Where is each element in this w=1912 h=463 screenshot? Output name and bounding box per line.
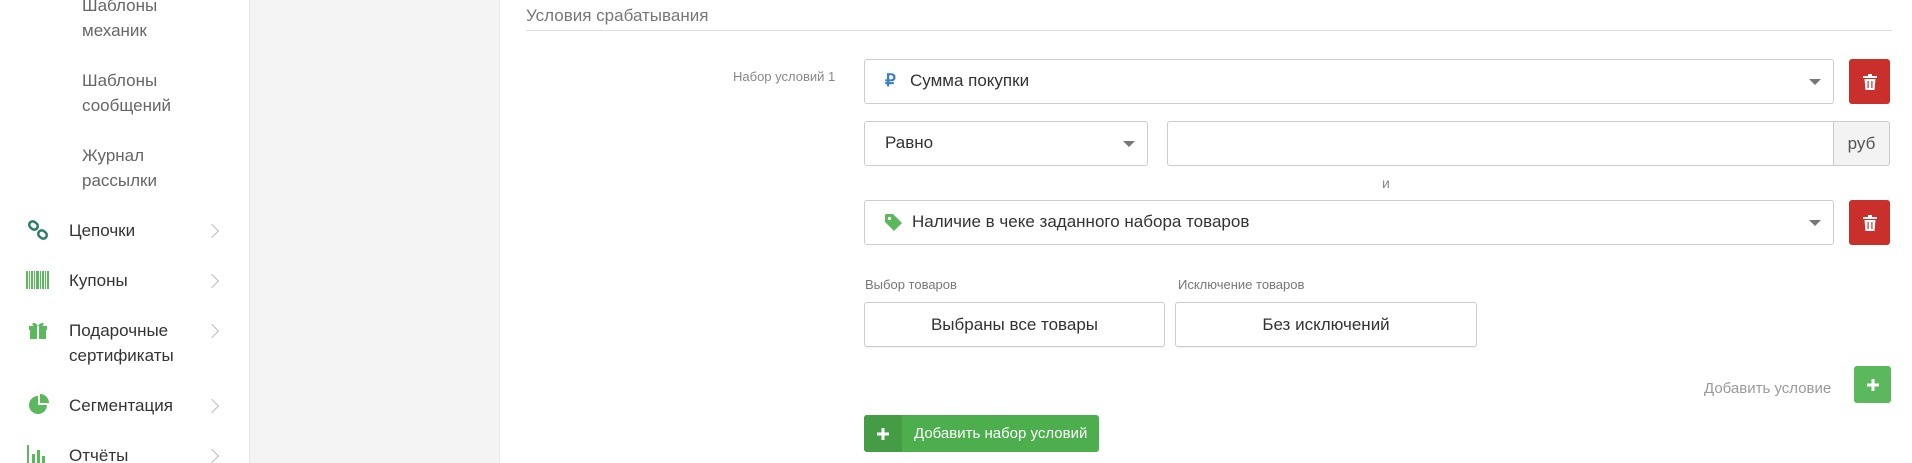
delete-condition-button-2[interactable] <box>1849 200 1890 245</box>
sidebar-subitem-mailing-log[interactable]: Журнал рассылки <box>82 143 222 193</box>
bar-chart-icon <box>26 443 50 463</box>
and-conjunction: и <box>1382 175 1390 191</box>
tag-icon <box>885 214 902 236</box>
trash-icon <box>1862 73 1877 90</box>
section-divider <box>526 30 1892 31</box>
sidebar-subitem-mechanic-templates[interactable]: Шаблоны механик <box>82 0 222 43</box>
sidebar-item-label: Купоны <box>69 271 128 290</box>
section-title: Условия срабатывания <box>526 6 709 25</box>
ruble-icon: ₽ <box>885 71 896 90</box>
operator-select[interactable]: Равно <box>864 121 1148 166</box>
product-exclude-button[interactable]: Без исключений <box>1175 302 1477 347</box>
condition-set-label: Набор условий 1 <box>733 69 836 84</box>
caret-down-icon <box>1123 141 1135 147</box>
chevron-right-icon <box>204 273 220 289</box>
sidebar-subitem-message-templates[interactable]: Шаблоны сообщений <box>82 68 222 118</box>
caret-down-icon <box>1809 79 1821 85</box>
caret-down-icon <box>1809 220 1821 226</box>
condition-type-value: Сумма покупки <box>910 71 1030 90</box>
condition-type-value: Наличие в чеке заданного набора товаров <box>912 212 1250 231</box>
pie-chart-icon <box>26 393 50 417</box>
add-condition-set-label: Добавить набор условий <box>914 425 1088 442</box>
condition-type-select-2[interactable]: Наличие в чеке заданного набора товаров <box>864 200 1834 245</box>
chain-icon <box>26 218 50 242</box>
add-condition-label[interactable]: Добавить условие <box>1704 380 1831 397</box>
amount-input[interactable] <box>1167 121 1834 166</box>
delete-condition-button-1[interactable] <box>1849 59 1890 104</box>
sidebar-item-label: Отчёты <box>69 446 129 463</box>
operator-value: Равно <box>885 133 934 152</box>
trash-icon <box>1862 214 1877 231</box>
plus-icon <box>1866 378 1879 391</box>
chevron-right-icon <box>204 323 220 339</box>
chevron-right-icon <box>204 398 220 414</box>
sidebar-item-label: Подарочные сертификаты <box>69 321 174 365</box>
product-pick-button[interactable]: Выбраны все товары <box>864 302 1165 347</box>
main-panel: Условия срабатывания Набор условий 1 ₽ С… <box>501 0 1912 463</box>
gift-icon <box>26 318 50 342</box>
content-gutter <box>250 0 500 463</box>
chevron-right-icon <box>204 448 220 463</box>
condition-type-select-1[interactable]: ₽ Сумма покупки <box>864 59 1834 104</box>
currency-addon: руб <box>1834 121 1890 166</box>
sidebar: Шаблоны механик Шаблоны сообщений Журнал… <box>0 0 250 463</box>
barcode-icon <box>26 268 50 292</box>
add-condition-button[interactable] <box>1854 366 1891 403</box>
sidebar-item-label: Цепочки <box>69 221 136 240</box>
product-pick-label: Выбор товаров <box>865 277 957 292</box>
sidebar-item-label: Сегментация <box>69 396 173 415</box>
plus-icon <box>864 415 902 452</box>
chevron-right-icon <box>204 223 220 239</box>
add-condition-set-button[interactable]: Добавить набор условий <box>864 415 1100 452</box>
product-exclude-label: Исключение товаров <box>1178 277 1305 292</box>
